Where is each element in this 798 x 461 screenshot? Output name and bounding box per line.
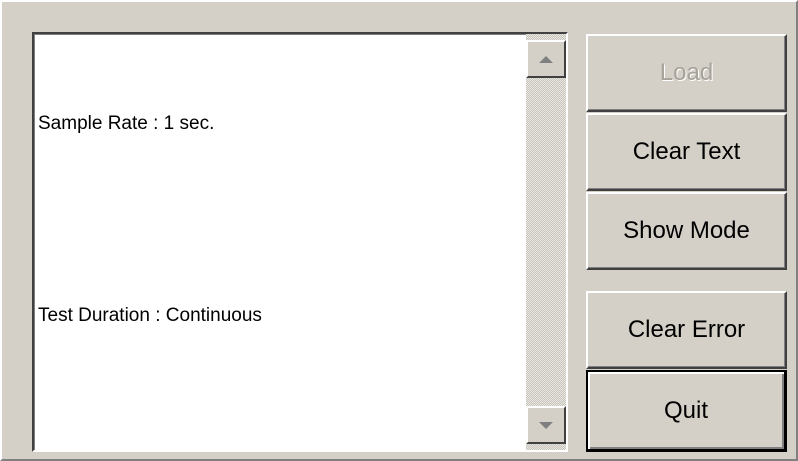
scroll-up-button[interactable]: [526, 40, 566, 78]
output-text-area[interactable]: Sample Rate : 1 sec. Test Duration : Con…: [32, 32, 568, 452]
clear-text-button[interactable]: Clear Text: [586, 113, 787, 191]
output-text-content[interactable]: Sample Rate : 1 sec. Test Duration : Con…: [34, 34, 522, 450]
load-button[interactable]: Load: [586, 34, 787, 112]
dialog-window: Sample Rate : 1 sec. Test Duration : Con…: [0, 0, 798, 461]
output-line: Sample Rate : 1 sec.: [38, 113, 215, 134]
vertical-scrollbar[interactable]: [526, 34, 566, 450]
output-line: Test Duration : Continuous: [38, 305, 262, 326]
clear-error-button[interactable]: Clear Error: [586, 291, 787, 369]
show-mode-button[interactable]: Show Mode: [586, 192, 787, 270]
quit-button[interactable]: Quit: [586, 370, 787, 452]
chevron-up-icon: [539, 55, 553, 63]
scroll-down-button[interactable]: [526, 406, 566, 444]
chevron-down-icon: [539, 421, 553, 429]
